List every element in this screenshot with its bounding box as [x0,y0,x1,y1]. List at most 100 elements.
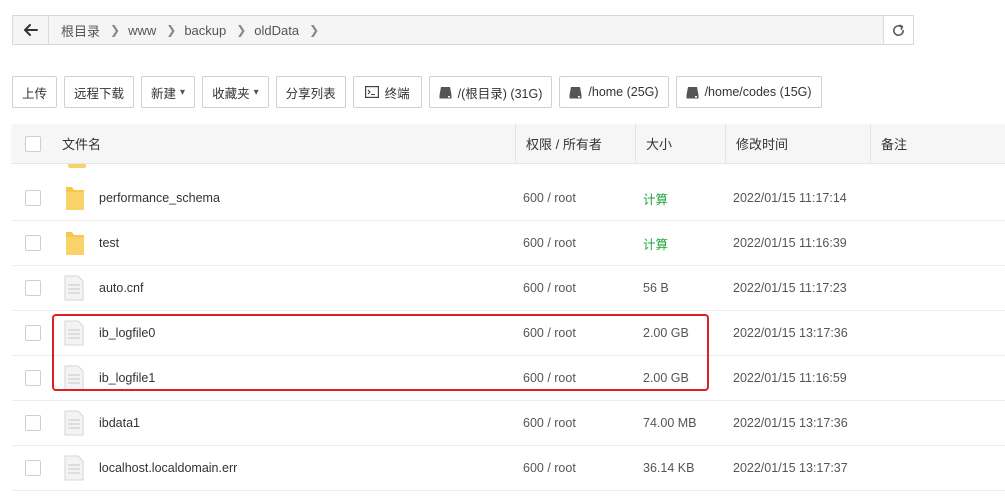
file-perm[interactable]: 600 / root [523,356,643,400]
disk-icon [686,86,699,99]
header-note: 备注 [870,124,1005,163]
row-icon-cell [54,266,99,310]
row-checkbox-cell [12,266,54,310]
disk-home-codes-button[interactable]: /home/codes (15G) [675,76,822,108]
refresh-button[interactable] [883,16,913,44]
file-table-header: 文件名 权限 / 所有者 大小 修改时间 备注 [12,124,1005,164]
chevron-right-icon: ❯ [309,23,320,37]
remote-download-button[interactable]: 远程下载 [64,76,135,108]
folder-icon [66,232,84,255]
favorites-dropdown-button[interactable]: 收藏夹 ▾ [202,76,269,108]
file-table-body: performance_schema 600 / root 计算 2022/01… [12,176,1005,491]
chevron-down-icon: ▾ [180,86,186,98]
upload-button[interactable]: 上传 [12,76,58,108]
file-icon [64,320,84,346]
row-checkbox[interactable] [25,325,41,341]
file-size: 2.00 GB [643,326,689,340]
table-row[interactable]: performance_schema 600 / root 计算 2022/01… [12,176,1005,221]
table-row[interactable]: ib_logfile0 600 / root 2.00 GB 2022/01/1… [12,311,1005,356]
file-mtime: 2022/01/15 11:17:14 [733,191,847,205]
select-all-checkbox[interactable] [25,135,41,152]
row-checkbox-cell [12,311,54,355]
file-name[interactable]: performance_schema [99,176,523,220]
table-row[interactable]: localhost.localdomain.err 600 / root 36.… [12,446,1005,491]
file-icon [64,275,84,301]
calc-size-link[interactable]: 计算 [643,221,733,265]
row-icon-cell [54,401,99,445]
breadcrumb-item-root[interactable]: 根目录 ❯ [55,21,122,40]
breadcrumb: 根目录 ❯ www ❯ backup ❯ oldData ❯ [49,16,883,44]
new-dropdown-button[interactable]: 新建 ▾ [141,76,196,108]
row-checkbox[interactable] [25,235,41,251]
file-name[interactable]: test [99,221,523,265]
file-perm[interactable]: 600 / root [523,221,643,265]
header-name[interactable]: 文件名 [54,124,515,163]
chevron-right-icon: ❯ [236,23,247,37]
row-checkbox[interactable] [25,190,41,206]
breadcrumb-item-olddata[interactable]: oldData ❯ [248,23,321,38]
toolbar: 上传 远程下载 新建 ▾ 收藏夹 ▾ 分享列表 终端 /(根目录) (31G) /h… [12,76,829,108]
row-checkbox[interactable] [25,280,41,296]
file-perm[interactable]: 600 / root [523,446,643,490]
file-mtime: 2022/01/15 11:16:39 [733,236,847,250]
row-checkbox[interactable] [25,370,41,386]
row-checkbox[interactable] [25,460,41,476]
file-icon [64,455,84,481]
refresh-icon [893,24,904,36]
calc-size-link[interactable]: 计算 [643,176,733,220]
file-mtime: 2022/01/15 13:17:36 [733,326,848,340]
file-perm[interactable]: 600 / root [523,266,643,310]
row-checkbox-cell [12,356,54,400]
share-list-button[interactable]: 分享列表 [275,76,346,108]
header-mtime[interactable]: 修改时间 [725,124,870,163]
chevron-right-icon: ❯ [110,23,121,37]
file-perm[interactable]: 600 / root [523,176,643,220]
row-icon-cell [54,311,99,355]
file-mtime: 2022/01/15 11:16:59 [733,371,847,385]
table-row[interactable]: auto.cnf 600 / root 56 B 2022/01/15 11:1… [12,266,1005,311]
row-icon-cell [54,176,99,220]
disk-root-button[interactable]: /(根目录) (31G) [428,76,553,108]
header-perm[interactable]: 权限 / 所有者 [515,124,635,163]
back-button[interactable] [13,16,49,44]
row-checkbox-cell [12,401,54,445]
terminal-icon [364,86,379,98]
folder-icon [68,164,86,168]
breadcrumb-item-backup[interactable]: backup ❯ [178,23,248,38]
row-icon-cell [54,446,99,490]
row-checkbox-cell [12,446,54,490]
file-name[interactable]: ib_logfile1 [99,356,523,400]
file-size: 74.00 MB [643,416,697,430]
breadcrumb-item-www[interactable]: www ❯ [122,23,178,38]
file-name[interactable]: localhost.localdomain.err [99,446,523,490]
file-icon [64,365,84,391]
file-mtime: 2022/01/15 13:17:37 [733,461,848,475]
file-mtime: 2022/01/15 11:17:23 [733,281,847,295]
disk-icon [569,86,582,99]
table-row[interactable]: test 600 / root 计算 2022/01/15 11:16:39 [12,221,1005,266]
disk-home-button[interactable]: /home (25G) [559,76,669,108]
arrow-left-icon [23,24,38,36]
row-checkbox-cell [12,176,54,220]
header-size[interactable]: 大小 [635,124,725,163]
file-size: 56 B [643,281,669,295]
row-checkbox[interactable] [25,415,41,431]
path-bar: 根目录 ❯ www ❯ backup ❯ oldData ❯ [12,15,914,45]
row-icon-cell [54,356,99,400]
disk-icon [439,86,452,99]
file-name[interactable]: ib_logfile0 [99,311,523,355]
chevron-right-icon: ❯ [166,23,177,37]
folder-icon [66,187,84,210]
chevron-down-icon: ▾ [253,86,259,98]
file-perm[interactable]: 600 / root [523,311,643,355]
file-icon [64,410,84,436]
row-checkbox-cell [12,221,54,265]
file-name[interactable]: ibdata1 [99,401,523,445]
row-icon-cell [54,221,99,265]
terminal-button[interactable]: 终端 [352,76,422,108]
file-perm[interactable]: 600 / root [523,401,643,445]
table-row[interactable]: ibdata1 600 / root 74.00 MB 2022/01/15 1… [12,401,1005,446]
file-name[interactable]: auto.cnf [99,266,523,310]
select-all-cell [12,124,54,163]
table-row[interactable]: ib_logfile1 600 / root 2.00 GB 2022/01/1… [12,356,1005,401]
